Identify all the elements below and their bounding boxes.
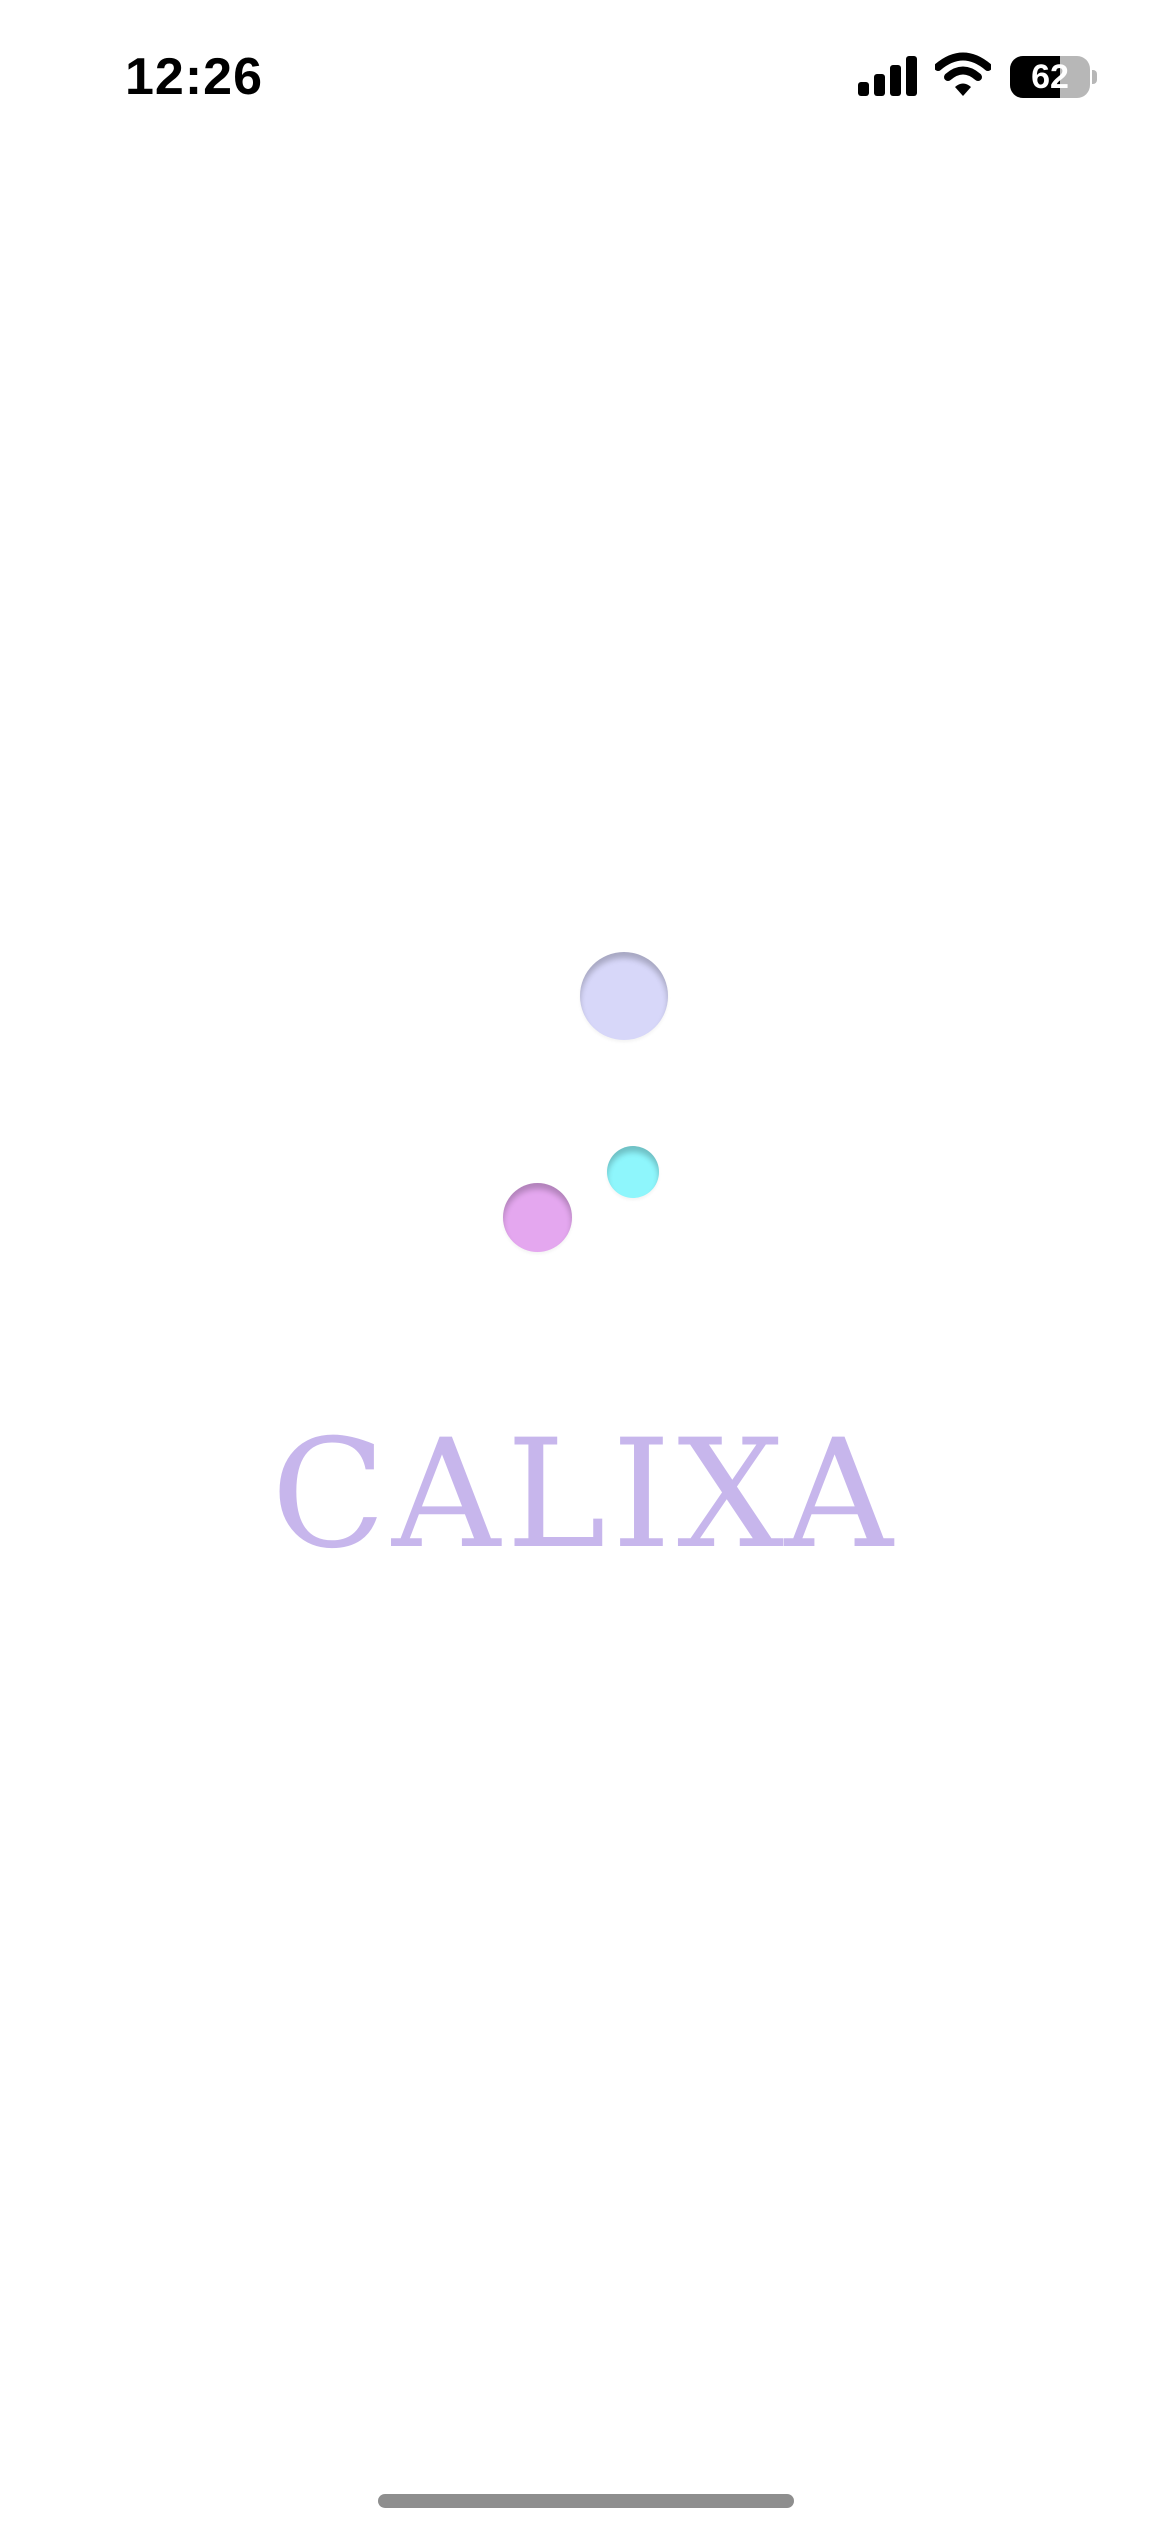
battery-icon: 62 (1010, 56, 1090, 98)
logo-bubble-cyan (607, 1146, 659, 1198)
wifi-icon (934, 52, 992, 98)
logo-bubble-pink (503, 1183, 572, 1252)
battery-level: 62 (1031, 58, 1069, 96)
cellular-signal-icon (858, 56, 918, 96)
home-indicator[interactable] (378, 2494, 794, 2508)
logo-bubble-large (580, 952, 668, 1040)
status-time: 12:26 (125, 48, 263, 106)
brand-wordmark: CALIXA (271, 1408, 899, 1582)
battery-cap (1092, 70, 1097, 84)
status-bar: 12:26 62 (0, 0, 1170, 150)
